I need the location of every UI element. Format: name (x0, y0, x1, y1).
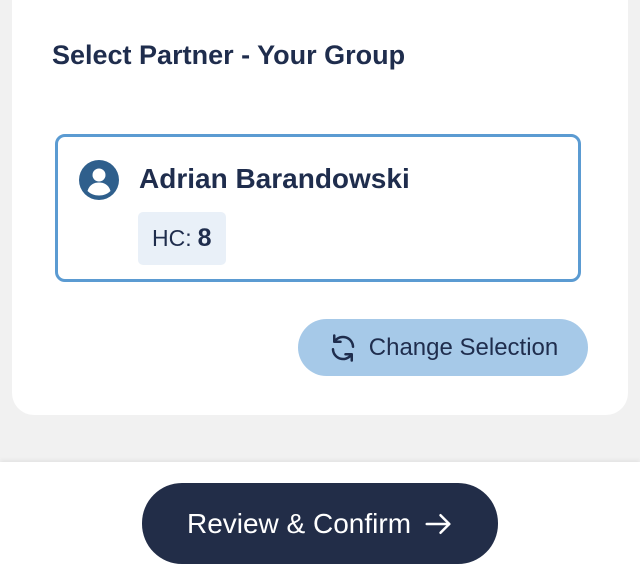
footer-bar: Review & Confirm (0, 462, 640, 584)
hc-label: HC: (152, 225, 192, 251)
review-confirm-button[interactable]: Review & Confirm (142, 483, 498, 564)
selected-partner-box[interactable]: Adrian Barandowski HC: 8 (55, 134, 581, 282)
card-title: Select Partner - Your Group (52, 40, 406, 70)
review-confirm-label: Review & Confirm (186, 507, 412, 539)
hc-badge: HC: 8 (138, 212, 226, 265)
refresh-icon (331, 333, 355, 362)
change-selection-button[interactable]: Change Selection (298, 319, 588, 376)
arrow-right-icon (425, 513, 451, 534)
change-selection-label: Change Selection (368, 333, 559, 361)
partner-name: Adrian Barandowski (139, 163, 410, 194)
hc-value: 8 (197, 224, 212, 252)
select-partner-card: Select Partner - Your Group Adrian Baran… (12, 0, 628, 415)
person-circle-icon (79, 160, 119, 200)
